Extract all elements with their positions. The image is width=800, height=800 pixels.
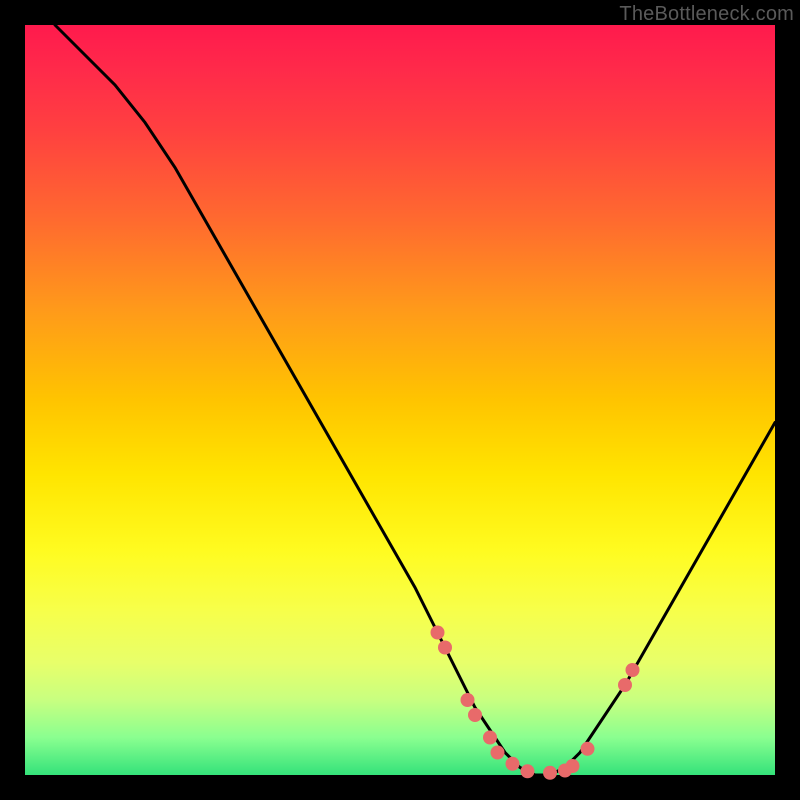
watermark-text: TheBottleneck.com — [619, 3, 794, 26]
plot-area — [25, 25, 775, 775]
data-point — [506, 757, 520, 771]
chart-frame: TheBottleneck.com — [0, 0, 800, 800]
highlight-dots — [431, 626, 640, 780]
data-point — [468, 708, 482, 722]
data-point — [581, 742, 595, 756]
data-point — [566, 759, 580, 773]
data-point — [491, 746, 505, 760]
data-point — [438, 641, 452, 655]
data-point — [521, 764, 535, 778]
data-point — [543, 766, 557, 780]
data-point — [461, 693, 475, 707]
data-point — [626, 663, 640, 677]
bottleneck-curve — [55, 25, 775, 775]
curve-layer — [25, 25, 775, 775]
data-point — [431, 626, 445, 640]
data-point — [483, 731, 497, 745]
data-point — [618, 678, 632, 692]
